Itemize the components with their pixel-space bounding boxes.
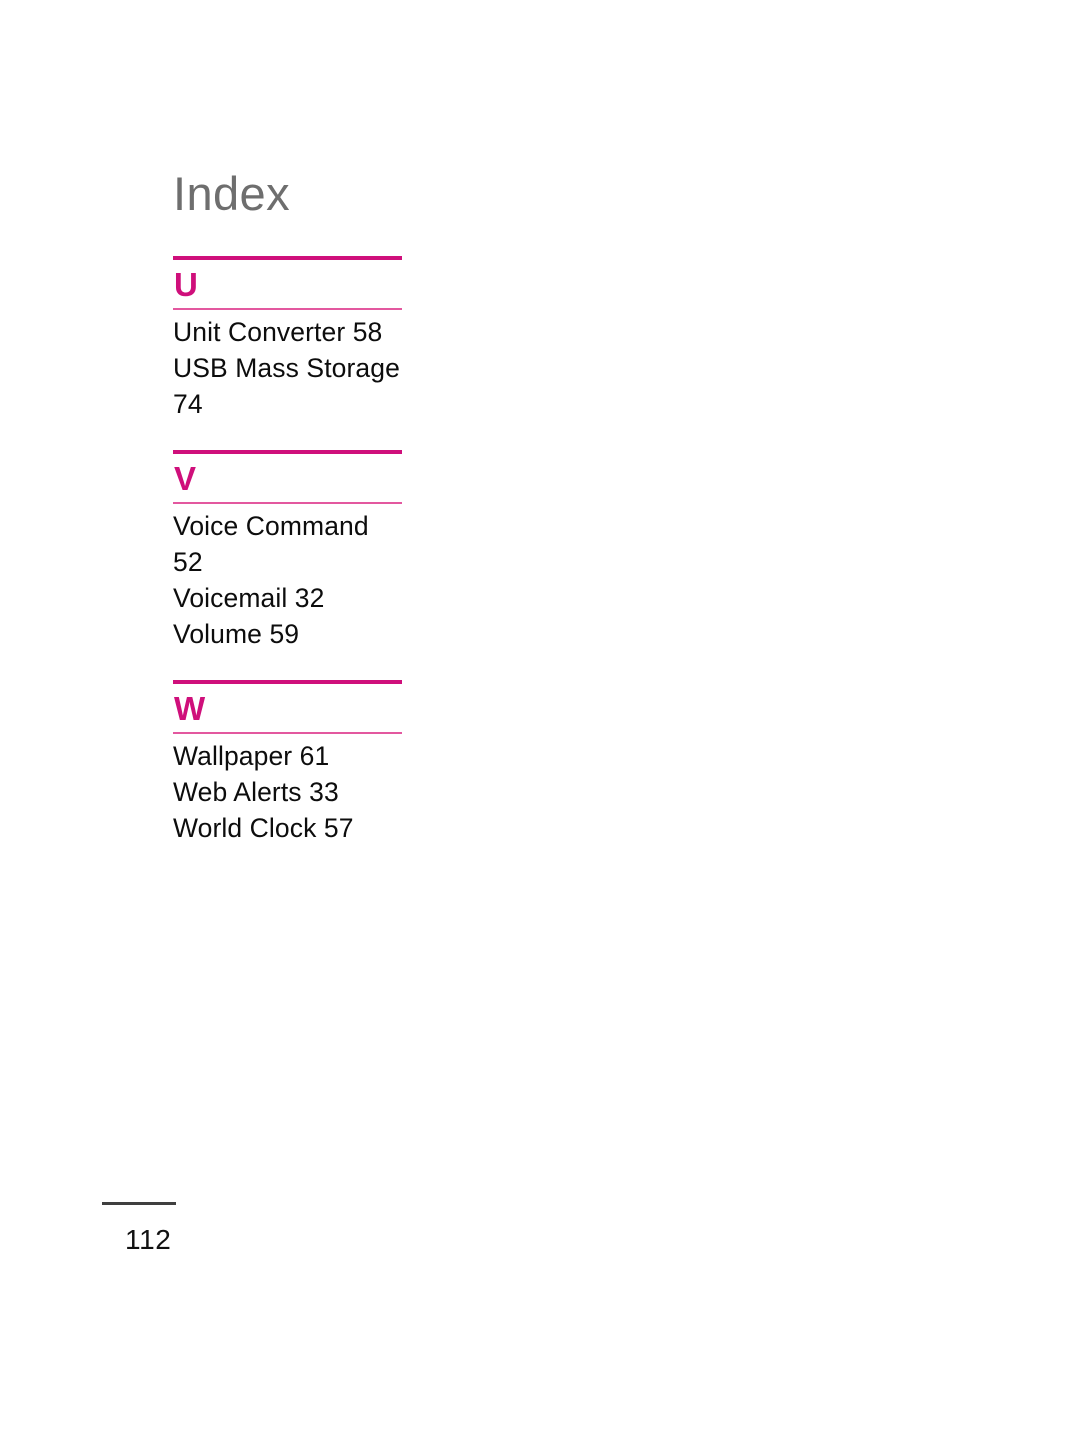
entry-list-w: Wallpaper 61 Web Alerts 33 World Clock 5… (173, 734, 402, 846)
section-letter-u: U (174, 266, 198, 303)
index-entry[interactable]: Voice Command 52 (173, 508, 402, 580)
index-section-w: W Wallpaper 61 Web Alerts 33 World Clock… (173, 680, 402, 846)
index-entry[interactable]: Voicemail 32 (173, 580, 402, 616)
section-letter-w: W (174, 690, 206, 727)
index-column: U Unit Converter 58 USB Mass Storage 74 … (173, 256, 402, 846)
entry-list-v: Voice Command 52 Voicemail 32 Volume 59 (173, 504, 402, 652)
section-letter-v: V (174, 460, 197, 497)
index-section-u: U Unit Converter 58 USB Mass Storage 74 (173, 256, 402, 422)
index-section-v: V Voice Command 52 Voicemail 32 Volume 5… (173, 450, 402, 652)
footer-divider (102, 1202, 176, 1205)
entry-list-u: Unit Converter 58 USB Mass Storage 74 (173, 310, 402, 422)
index-entry[interactable]: World Clock 57 (173, 810, 402, 846)
page-footer: 112 (102, 1202, 302, 1254)
index-entry[interactable]: Volume 59 (173, 616, 402, 652)
page-number: 112 (125, 1224, 172, 1255)
index-entry[interactable]: Web Alerts 33 (173, 774, 402, 810)
index-entry[interactable]: Unit Converter 58 (173, 314, 402, 350)
index-entry[interactable]: Wallpaper 61 (173, 738, 402, 774)
index-entry[interactable]: USB Mass Storage 74 (173, 350, 402, 422)
page-title: Index (173, 167, 290, 220)
document-page: Index U Unit Converter 58 USB Mass Stora… (0, 0, 1080, 1430)
